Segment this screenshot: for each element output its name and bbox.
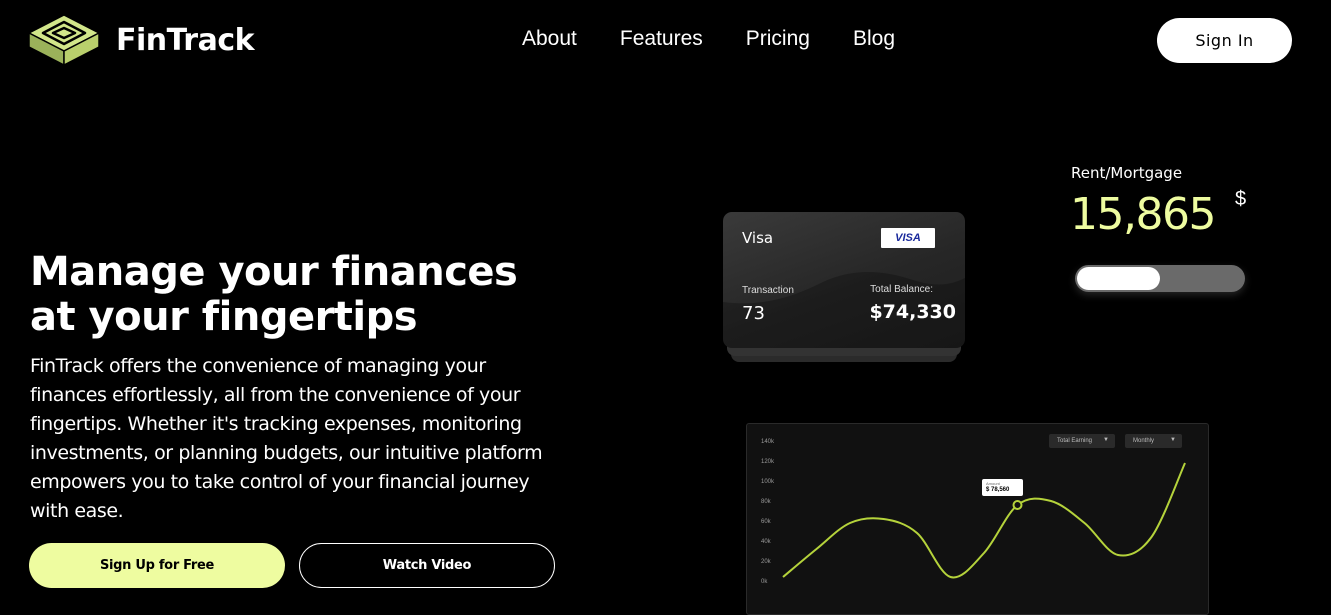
visa-logo-icon: VISA — [881, 228, 935, 248]
highlighted-data-point[interactable] — [1012, 500, 1023, 510]
y-tick-label: 100k — [761, 479, 775, 485]
card-brand: Visa — [742, 229, 774, 247]
balance-label: Total Balance: — [870, 284, 933, 295]
sign-up-button[interactable]: Sign Up for Free — [29, 543, 285, 588]
brand-name: FinTrack — [116, 22, 255, 58]
earnings-chart: 140k 120k 100k 80k 60k 40k 20k 0k Total Earning… — [746, 423, 1209, 615]
data-point — [1117, 554, 1119, 556]
hero-title-line-1: Manage your finances — [30, 249, 518, 295]
rent-currency: $ — [1235, 188, 1247, 210]
y-tick-label: 60k — [761, 519, 772, 525]
balance-value: $74,330 — [869, 301, 956, 323]
sign-in-button[interactable]: Sign In — [1157, 18, 1292, 63]
y-tick-label: 80k — [761, 499, 772, 505]
rent-progress-fill — [1077, 267, 1160, 290]
hero-title-line-2: at your fingertips — [30, 294, 418, 340]
nav-features[interactable]: Features — [620, 27, 703, 51]
data-point — [782, 576, 784, 578]
data-point — [1184, 462, 1186, 464]
data-point — [1050, 500, 1052, 502]
transaction-value: 73 — [742, 303, 765, 324]
y-tick-label: 0k — [761, 579, 768, 585]
data-point — [1084, 522, 1086, 524]
rent-value: 15,865 — [1070, 189, 1216, 240]
logo-icon — [28, 14, 100, 66]
chart-tooltip: Amount $ 78,560 — [982, 479, 1023, 496]
brand-logo[interactable]: FinTrack — [27, 11, 255, 69]
hero-title: Manage your finances at your fingertips — [30, 250, 630, 340]
main-nav: About Features Pricing Blog — [522, 27, 938, 51]
nav-pricing[interactable]: Pricing — [746, 27, 810, 51]
y-tick-label: 20k — [761, 559, 772, 565]
rent-progress-bar — [1075, 265, 1245, 292]
nav-about[interactable]: About — [522, 27, 577, 51]
y-tick-label: 120k — [761, 459, 775, 465]
transaction-label: Transaction — [742, 285, 794, 296]
period-dropdown-label: Monthly — [1133, 438, 1155, 444]
y-tick-label: 140k — [761, 439, 775, 445]
data-point — [883, 518, 885, 520]
data-point — [1151, 536, 1153, 538]
rent-label: Rent/Mortgage — [1071, 164, 1183, 182]
data-point — [816, 548, 818, 550]
visa-card: Visa VISA Transaction 73 Total Balance: … — [723, 212, 965, 348]
tooltip-label: Amount — [986, 481, 1000, 486]
tooltip-value: $ 78,560 — [986, 487, 1010, 493]
nav-blog[interactable]: Blog — [853, 27, 895, 51]
data-point — [849, 522, 851, 524]
y-tick-label: 40k — [761, 539, 772, 545]
chevron-down-icon: ▼ — [1170, 437, 1176, 443]
data-point — [916, 532, 918, 534]
data-point — [983, 552, 985, 554]
chevron-down-icon: ▼ — [1103, 437, 1109, 443]
metric-dropdown-label: Total Earning — [1057, 438, 1093, 444]
hero-description: FinTrack offers the convenience of manag… — [30, 355, 543, 522]
metric-dropdown[interactable]: Total Earning ▼ — [1049, 434, 1115, 448]
data-point — [950, 576, 952, 578]
period-dropdown[interactable]: Monthly ▼ — [1125, 434, 1182, 448]
earnings-chart-svg: 140k 120k 100k 80k 60k 40k 20k 0k — [761, 439, 1186, 585]
watch-video-button[interactable]: Watch Video — [299, 543, 555, 588]
